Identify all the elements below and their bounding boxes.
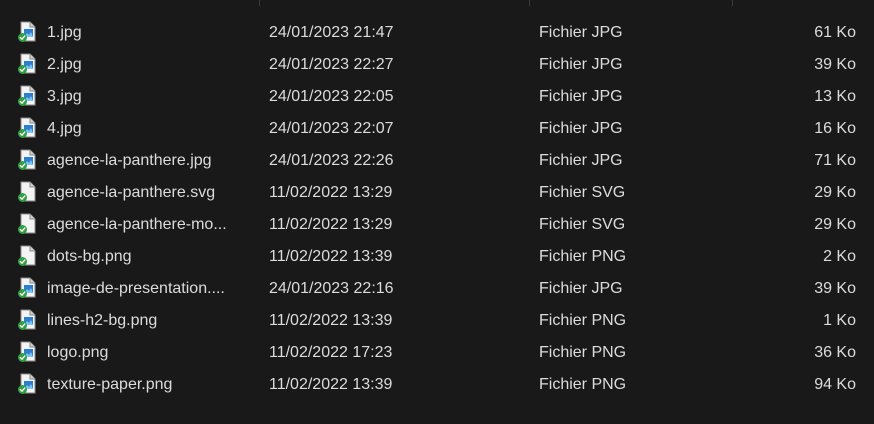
blank-file-synced-icon: [18, 181, 36, 202]
image-file-synced-icon: [18, 117, 36, 138]
file-row[interactable]: logo.png 11/02/2022 17:23 Fichier PNG 36…: [0, 337, 874, 369]
image-file-synced-icon: [18, 21, 36, 42]
file-row[interactable]: dots-bg.png 11/02/2022 13:39 Fichier PNG…: [0, 241, 874, 273]
file-name[interactable]: logo.png: [47, 337, 250, 369]
file-size: 2 Ko: [823, 248, 856, 265]
file-modified-date: 11/02/2022 13:39: [269, 376, 393, 393]
file-size: 29 Ko: [814, 184, 856, 201]
blank-file-synced-icon: [18, 245, 36, 266]
file-size: 36 Ko: [814, 344, 856, 361]
file-name[interactable]: agence-la-panthere-mo...: [47, 209, 250, 241]
file-type: Fichier PNG: [539, 376, 627, 393]
file-type: Fichier PNG: [539, 344, 627, 361]
file-modified-date: 24/01/2023 22:26: [269, 152, 394, 169]
file-type: Fichier JPG: [539, 120, 623, 137]
file-modified-date: 24/01/2023 22:07: [269, 120, 394, 137]
file-type: Fichier JPG: [539, 280, 623, 297]
blank-file-synced-icon: [18, 213, 36, 234]
file-modified-date: 24/01/2023 21:47: [269, 24, 394, 41]
file-name[interactable]: agence-la-panthere.jpg: [47, 145, 250, 177]
file-row[interactable]: 3.jpg 24/01/2023 22:05 Fichier JPG 13 Ko: [0, 81, 874, 113]
image-file-synced-icon: [18, 341, 36, 362]
image-file-synced-icon: [18, 85, 36, 106]
file-type: Fichier JPG: [539, 24, 623, 41]
image-file-synced-icon: [18, 53, 36, 74]
file-name[interactable]: agence-la-panthere.svg: [47, 177, 250, 209]
image-file-synced-icon: [18, 373, 36, 394]
column-divider-name-date[interactable]: [259, 0, 260, 6]
file-name[interactable]: texture-paper.png: [47, 369, 250, 401]
file-row[interactable]: agence-la-panthere.jpg 24/01/2023 22:26 …: [0, 145, 874, 177]
file-modified-date: 11/02/2022 13:29: [269, 216, 393, 233]
file-row[interactable]: 4.jpg 24/01/2023 22:07 Fichier JPG 16 Ko: [0, 113, 874, 145]
file-type: Fichier SVG: [539, 184, 626, 201]
file-row[interactable]: texture-paper.png 11/02/2022 13:39 Fichi…: [0, 369, 874, 401]
file-modified-date: 24/01/2023 22:27: [269, 56, 394, 73]
file-size: 39 Ko: [814, 56, 856, 73]
file-size: 39 Ko: [814, 280, 856, 297]
file-type: Fichier JPG: [539, 56, 623, 73]
file-modified-date: 11/02/2022 17:23: [269, 344, 393, 361]
file-row[interactable]: 1.jpg 24/01/2023 21:47 Fichier JPG 61 Ko: [0, 17, 874, 49]
file-list: 1.jpg 24/01/2023 21:47 Fichier JPG 61 Ko…: [0, 17, 874, 401]
file-row[interactable]: agence-la-panthere-mo... 11/02/2022 13:2…: [0, 209, 874, 241]
file-size: 61 Ko: [814, 24, 856, 41]
file-size: 16 Ko: [814, 120, 856, 137]
file-modified-date: 11/02/2022 13:29: [269, 184, 393, 201]
file-size: 1 Ko: [823, 312, 856, 329]
file-name[interactable]: 3.jpg: [47, 81, 250, 113]
file-modified-date: 24/01/2023 22:16: [269, 280, 394, 297]
column-divider-type-size[interactable]: [732, 0, 733, 6]
image-file-synced-icon: [18, 277, 36, 298]
file-size: 71 Ko: [814, 152, 856, 169]
file-name[interactable]: lines-h2-bg.png: [47, 305, 250, 337]
file-row[interactable]: image-de-presentation.... 24/01/2023 22:…: [0, 273, 874, 305]
file-type: Fichier PNG: [539, 312, 627, 329]
file-name[interactable]: 2.jpg: [47, 49, 250, 81]
file-modified-date: 11/02/2022 13:39: [269, 312, 393, 329]
file-type: Fichier JPG: [539, 152, 623, 169]
file-row[interactable]: lines-h2-bg.png 11/02/2022 13:39 Fichier…: [0, 305, 874, 337]
file-type: Fichier SVG: [539, 216, 626, 233]
column-divider-date-type[interactable]: [529, 0, 530, 6]
file-size: 13 Ko: [814, 88, 856, 105]
file-row[interactable]: agence-la-panthere.svg 11/02/2022 13:29 …: [0, 177, 874, 209]
file-modified-date: 24/01/2023 22:05: [269, 88, 394, 105]
image-file-synced-icon: [18, 149, 36, 170]
file-row[interactable]: 2.jpg 24/01/2023 22:27 Fichier JPG 39 Ko: [0, 49, 874, 81]
file-modified-date: 11/02/2022 13:39: [269, 248, 393, 265]
file-name[interactable]: 1.jpg: [47, 17, 250, 49]
file-name[interactable]: image-de-presentation....: [47, 273, 250, 305]
file-name[interactable]: dots-bg.png: [47, 241, 250, 273]
image-file-synced-icon: [18, 309, 36, 330]
file-size: 94 Ko: [814, 376, 856, 393]
file-type: Fichier PNG: [539, 248, 627, 265]
file-name[interactable]: 4.jpg: [47, 113, 250, 145]
file-type: Fichier JPG: [539, 88, 623, 105]
file-size: 29 Ko: [814, 216, 856, 233]
